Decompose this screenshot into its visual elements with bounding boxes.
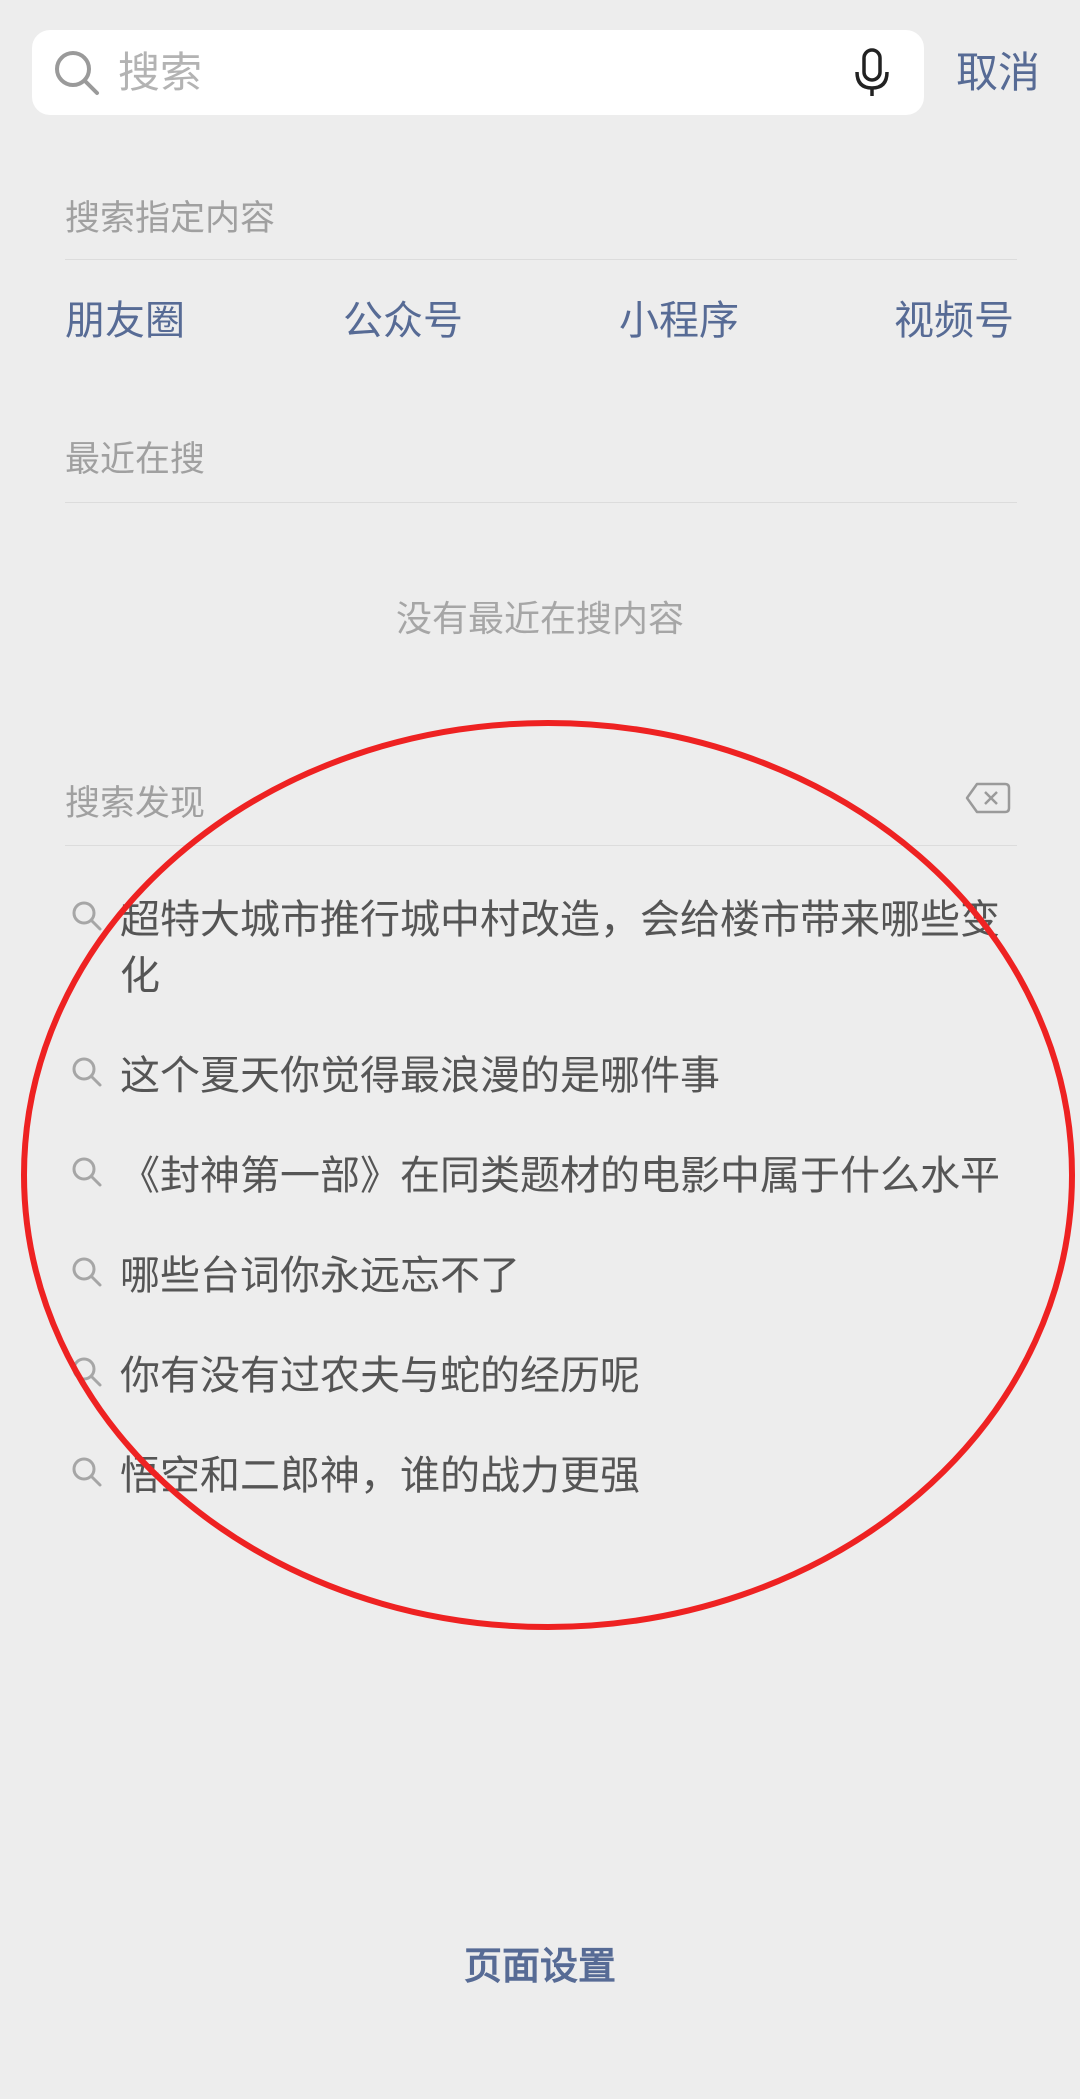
- search-bar[interactable]: 搜索: [32, 30, 924, 115]
- discover-item-label: 你有没有过农夫与蛇的经历呢: [120, 1353, 640, 1399]
- divider: [65, 502, 1017, 503]
- search-icon: [55, 51, 99, 95]
- search-item-icon: [72, 1257, 102, 1287]
- divider: [65, 845, 1017, 846]
- discover-item-label: 悟空和二郎神，谁的战力更强: [120, 1453, 640, 1499]
- cancel-button[interactable]: 取消: [956, 30, 1040, 115]
- discover-item-label: 这个夏天你觉得最浪漫的是哪件事: [120, 1053, 720, 1099]
- microphone-icon[interactable]: [848, 48, 896, 98]
- discover-item-label: 超特大城市推行城中村改造，会给楼市带来哪些变化: [120, 897, 1000, 999]
- discover-item-label: 《封神第一部》在同类题材的电影中属于什么水平: [120, 1153, 1000, 1199]
- category-official-accounts[interactable]: 公众号: [343, 288, 463, 346]
- search-specific-title: 搜索指定内容: [65, 199, 276, 239]
- search-discover-title: 搜索发现: [65, 784, 206, 824]
- clear-icon[interactable]: [965, 782, 1011, 814]
- search-item-icon: [72, 1157, 102, 1187]
- discover-item-label: 哪些台词你永远忘不了: [120, 1253, 520, 1299]
- category-moments[interactable]: 朋友圈: [65, 288, 185, 346]
- category-mini-programs[interactable]: 小程序: [619, 288, 739, 346]
- category-channels[interactable]: 视频号: [894, 288, 1014, 346]
- recent-empty-text: 没有最近在搜内容: [395, 599, 684, 640]
- search-input[interactable]: 搜索: [118, 30, 202, 115]
- search-item-icon: [72, 1457, 102, 1487]
- divider: [65, 259, 1017, 260]
- recent-searches-title: 最近在搜: [65, 440, 206, 480]
- search-item-icon: [72, 1057, 102, 1087]
- search-item-icon: [72, 901, 102, 931]
- page-settings-button[interactable]: 页面设置: [0, 1935, 1080, 1990]
- search-item-icon: [72, 1357, 102, 1387]
